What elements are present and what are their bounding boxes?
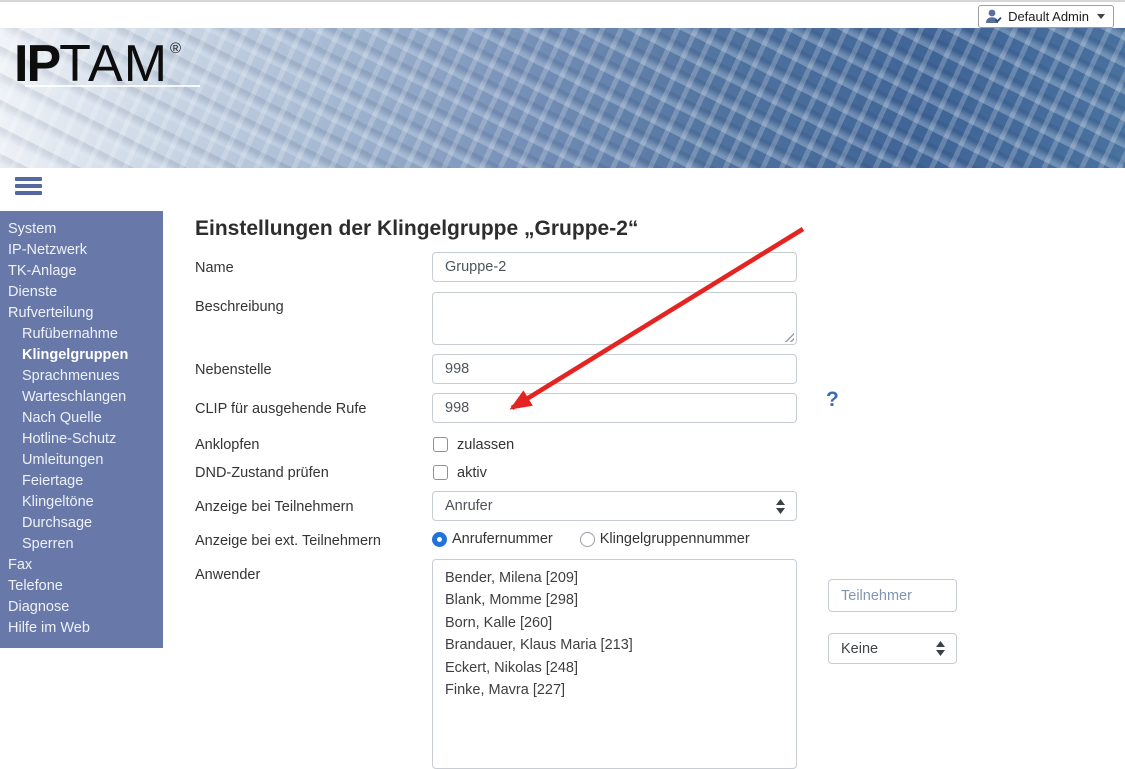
logo-underline <box>25 85 200 87</box>
list-item[interactable]: Bender, Milena [209] <box>445 567 784 589</box>
list-item[interactable]: Blank, Momme [298] <box>445 589 784 611</box>
sidebar-item-fax[interactable]: Fax <box>0 555 163 576</box>
app-logo[interactable]: IPTAM® <box>14 38 181 90</box>
sidebar-item-nach-quelle[interactable]: Nach Quelle <box>0 408 163 429</box>
menu-toggle-icon[interactable] <box>15 177 42 198</box>
dnd-label: DND-Zustand prüfen <box>195 465 329 481</box>
sidebar-item-umleitungen[interactable]: Umleitungen <box>0 450 163 471</box>
name-input[interactable] <box>432 252 797 282</box>
list-item[interactable]: Eckert, Nikolas [248] <box>445 657 784 679</box>
resize-grip-icon[interactable] <box>783 331 794 342</box>
sidebar-item-dienste[interactable]: Dienste <box>0 282 163 303</box>
clip-label: CLIP für ausgehende Rufe <box>195 401 366 417</box>
sidebar-item-tk-anlage[interactable]: TK-Anlage <box>0 261 163 282</box>
sidebar-item-ip-netzwerk[interactable]: IP-Netzwerk <box>0 240 163 261</box>
registered-mark: ® <box>170 40 181 57</box>
sidebar-item-warteschlangen[interactable]: Warteschlangen <box>0 387 163 408</box>
display-internal-select[interactable]: Anrufer <box>432 491 797 521</box>
sidebar-item-durchsage[interactable]: Durchsage <box>0 513 163 534</box>
user-menu-label: Default Admin <box>1008 9 1089 24</box>
top-bar: Default Admin <box>0 0 1125 28</box>
radio-anrufernummer-label: Anrufernummer <box>452 531 553 547</box>
select-updown-icon <box>775 499 786 514</box>
dnd-option-label: aktiv <box>457 465 487 481</box>
sidebar-nav: SystemIP-NetzwerkTK-AnlageDiensteRufvert… <box>0 211 163 648</box>
radio-klingelgruppennummer[interactable] <box>580 532 595 547</box>
list-item[interactable]: Finke, Mavra [227] <box>445 679 784 701</box>
sidebar-item-feiertage[interactable]: Feiertage <box>0 471 163 492</box>
call-waiting-checkbox[interactable] <box>433 437 448 452</box>
radio-anrufernummer[interactable] <box>432 532 447 547</box>
description-label: Beschreibung <box>195 299 284 315</box>
sidebar-item-diagnose[interactable]: Diagnose <box>0 597 163 618</box>
list-item[interactable]: Brandauer, Klaus Maria [213] <box>445 634 784 656</box>
user-check-icon <box>985 9 1002 24</box>
list-item[interactable]: Born, Kalle [260] <box>445 612 784 634</box>
call-waiting-label: Anklopfen <box>195 437 260 453</box>
users-listbox[interactable]: Bender, Milena [209]Blank, Momme [298]Bo… <box>432 559 797 769</box>
description-textarea[interactable] <box>432 292 797 345</box>
display-internal-label: Anzeige bei Teilnehmern <box>195 499 354 515</box>
sidebar-item-sperren[interactable]: Sperren <box>0 534 163 555</box>
select-updown-icon <box>935 641 946 656</box>
sidebar-item-rufübernahme[interactable]: Rufübernahme <box>0 324 163 345</box>
clip-input[interactable] <box>432 393 797 423</box>
participants-input[interactable] <box>828 579 957 612</box>
user-menu-button[interactable]: Default Admin <box>978 5 1114 28</box>
sidebar-item-telefone[interactable]: Telefone <box>0 576 163 597</box>
extension-label: Nebenstelle <box>195 362 272 378</box>
dnd-checkbox[interactable] <box>433 465 448 480</box>
help-icon[interactable]: ? <box>826 388 839 412</box>
radio-klingelgruppennummer-label: Klingelgruppennummer <box>600 531 750 547</box>
sidebar-item-sprachmenues[interactable]: Sprachmenues <box>0 366 163 387</box>
extension-input[interactable] <box>432 354 797 384</box>
page-title: Einstellungen der Klingelgruppe „Gruppe-… <box>195 217 638 241</box>
sidebar-item-klingeltöne[interactable]: Klingeltöne <box>0 492 163 513</box>
chevron-down-icon <box>1097 14 1105 19</box>
sidebar-item-system[interactable]: System <box>0 219 163 240</box>
sidebar-item-klingelgruppen[interactable]: Klingelgruppen <box>0 345 163 366</box>
sidebar-item-hilfe-im-web[interactable]: Hilfe im Web <box>0 618 163 639</box>
sidebar-item-rufverteilung[interactable]: Rufverteilung <box>0 303 163 324</box>
display-external-label: Anzeige bei ext. Teilnehmern <box>195 533 381 549</box>
name-label: Name <box>195 260 234 276</box>
users-label: Anwender <box>195 567 260 583</box>
header-banner: IPTAM® <box>0 28 1125 168</box>
sidebar-item-hotline-schutz[interactable]: Hotline-Schutz <box>0 429 163 450</box>
call-waiting-option-label: zulassen <box>457 437 514 453</box>
filter-select[interactable]: Keine <box>828 633 957 664</box>
